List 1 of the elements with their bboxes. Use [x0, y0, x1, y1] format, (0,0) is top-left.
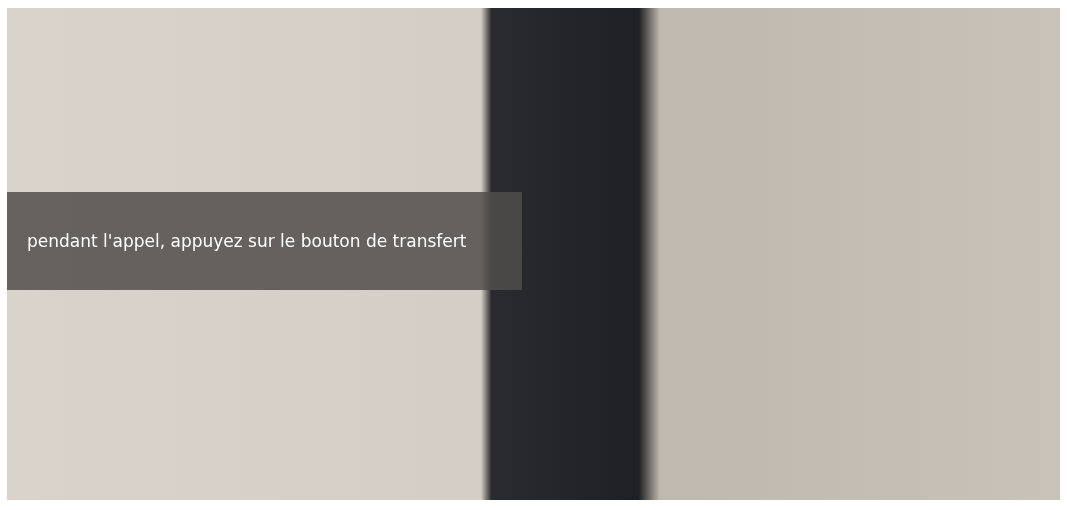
caption-text: pendant l'appel, appuyez sur le bouton de transfert	[27, 229, 467, 253]
